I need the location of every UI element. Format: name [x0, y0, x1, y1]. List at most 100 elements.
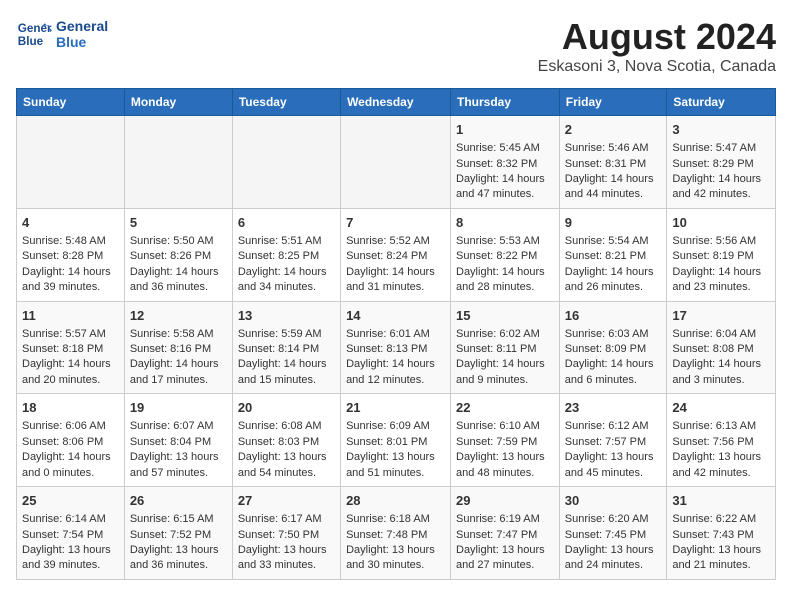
day-info: Daylight: 14 hours and 28 minutes.: [456, 265, 554, 296]
calendar-table: SundayMondayTuesdayWednesdayThursdayFrid…: [16, 88, 776, 580]
day-number: 5: [130, 214, 227, 232]
weekday-header: Tuesday: [232, 89, 340, 116]
day-info: Sunrise: 5:47 AM: [672, 141, 770, 156]
day-number: 23: [565, 399, 662, 417]
day-info: Sunrise: 5:50 AM: [130, 234, 227, 249]
weekday-header: Saturday: [667, 89, 776, 116]
logo: General Blue General Blue: [16, 16, 108, 52]
day-info: Sunrise: 6:14 AM: [22, 512, 119, 527]
day-info: Sunset: 8:18 PM: [22, 342, 119, 357]
calendar-cell: 16Sunrise: 6:03 AMSunset: 8:09 PMDayligh…: [559, 301, 667, 394]
day-info: Sunrise: 5:53 AM: [456, 234, 554, 249]
day-info: Daylight: 14 hours and 47 minutes.: [456, 172, 554, 203]
day-info: Sunset: 8:08 PM: [672, 342, 770, 357]
day-info: Sunset: 8:11 PM: [456, 342, 554, 357]
day-info: Daylight: 14 hours and 34 minutes.: [238, 265, 335, 296]
day-number: 21: [346, 399, 445, 417]
calendar-cell: [124, 116, 232, 209]
calendar-week-row: 1 Sunrise: 5:45 AMSunset: 8:32 PMDaylight…: [17, 116, 776, 209]
day-number: 22: [456, 399, 554, 417]
day-info: Sunrise: 6:19 AM: [456, 512, 554, 527]
day-info: Sunset: 7:54 PM: [22, 528, 119, 543]
day-info: Sunset: 7:52 PM: [130, 528, 227, 543]
calendar-cell: 1 Sunrise: 5:45 AMSunset: 8:32 PMDaylight…: [451, 116, 560, 209]
day-info: Daylight: 14 hours and 17 minutes.: [130, 357, 227, 388]
day-info: Daylight: 14 hours and 3 minutes.: [672, 357, 770, 388]
day-info: Sunset: 8:26 PM: [130, 249, 227, 264]
calendar-cell: 2Sunrise: 5:46 AMSunset: 8:31 PMDaylight…: [559, 116, 667, 209]
day-info: Sunrise: 5:52 AM: [346, 234, 445, 249]
day-number: 17: [672, 307, 770, 325]
day-info: Daylight: 13 hours and 21 minutes.: [672, 543, 770, 574]
day-number: 16: [565, 307, 662, 325]
day-info: Daylight: 14 hours and 9 minutes.: [456, 357, 554, 388]
day-info: Sunset: 7:59 PM: [456, 435, 554, 450]
day-info: Daylight: 13 hours and 27 minutes.: [456, 543, 554, 574]
day-info: Sunset: 7:48 PM: [346, 528, 445, 543]
day-info: Sunset: 7:50 PM: [238, 528, 335, 543]
calendar-header: SundayMondayTuesdayWednesdayThursdayFrid…: [17, 89, 776, 116]
calendar-cell: 30Sunrise: 6:20 AMSunset: 7:45 PMDayligh…: [559, 487, 667, 580]
day-info: Sunset: 8:03 PM: [238, 435, 335, 450]
calendar-week-row: 11Sunrise: 5:57 AMSunset: 8:18 PMDayligh…: [17, 301, 776, 394]
calendar-cell: 25Sunrise: 6:14 AMSunset: 7:54 PMDayligh…: [17, 487, 125, 580]
day-info: Sunset: 8:19 PM: [672, 249, 770, 264]
calendar-week-row: 25Sunrise: 6:14 AMSunset: 7:54 PMDayligh…: [17, 487, 776, 580]
calendar-cell: 27Sunrise: 6:17 AMSunset: 7:50 PMDayligh…: [232, 487, 340, 580]
day-info: Sunset: 7:43 PM: [672, 528, 770, 543]
logo-line2: Blue: [56, 34, 108, 50]
logo-line1: General: [56, 18, 108, 34]
day-info: Sunset: 8:31 PM: [565, 157, 662, 172]
day-info: Sunset: 8:21 PM: [565, 249, 662, 264]
day-info: Sunrise: 5:48 AM: [22, 234, 119, 249]
day-info: Sunset: 8:32 PM: [456, 157, 554, 172]
weekday-header: Friday: [559, 89, 667, 116]
day-number: 14: [346, 307, 445, 325]
day-number: 2: [565, 121, 662, 139]
day-info: Sunrise: 6:02 AM: [456, 327, 554, 342]
day-info: Sunset: 8:13 PM: [346, 342, 445, 357]
day-info: Sunset: 8:25 PM: [238, 249, 335, 264]
day-number: 15: [456, 307, 554, 325]
day-info: Sunrise: 5:45 AM: [456, 141, 554, 156]
day-info: Sunrise: 6:01 AM: [346, 327, 445, 342]
day-info: Sunrise: 5:56 AM: [672, 234, 770, 249]
calendar-cell: [232, 116, 340, 209]
calendar-cell: [341, 116, 451, 209]
day-number: 26: [130, 492, 227, 510]
calendar-cell: 31Sunrise: 6:22 AMSunset: 7:43 PMDayligh…: [667, 487, 776, 580]
day-info: Sunrise: 5:46 AM: [565, 141, 662, 156]
day-info: Daylight: 14 hours and 23 minutes.: [672, 265, 770, 296]
day-info: Sunrise: 5:58 AM: [130, 327, 227, 342]
day-number: 18: [22, 399, 119, 417]
day-info: Sunset: 8:04 PM: [130, 435, 227, 450]
day-info: Daylight: 14 hours and 0 minutes.: [22, 450, 119, 481]
calendar-cell: 22Sunrise: 6:10 AMSunset: 7:59 PMDayligh…: [451, 394, 560, 487]
month-title: August 2024: [538, 16, 776, 58]
day-info: Sunset: 8:24 PM: [346, 249, 445, 264]
day-info: Daylight: 13 hours and 48 minutes.: [456, 450, 554, 481]
calendar-cell: 18Sunrise: 6:06 AMSunset: 8:06 PMDayligh…: [17, 394, 125, 487]
day-number: 12: [130, 307, 227, 325]
day-info: Sunrise: 6:07 AM: [130, 419, 227, 434]
day-number: 1: [456, 121, 554, 139]
day-info: Daylight: 13 hours and 57 minutes.: [130, 450, 227, 481]
svg-text:General: General: [18, 22, 52, 35]
day-info: Sunset: 8:06 PM: [22, 435, 119, 450]
calendar-week-row: 4 Sunrise: 5:48 AMSunset: 8:28 PM Daylight…: [17, 208, 776, 301]
day-info: Sunset: 7:57 PM: [565, 435, 662, 450]
day-number: 4: [22, 214, 119, 232]
calendar-cell: 21Sunrise: 6:09 AMSunset: 8:01 PMDayligh…: [341, 394, 451, 487]
calendar-cell: 24Sunrise: 6:13 AMSunset: 7:56 PMDayligh…: [667, 394, 776, 487]
day-number: 13: [238, 307, 335, 325]
day-number: 8: [456, 214, 554, 232]
calendar-cell: 6Sunrise: 5:51 AMSunset: 8:25 PMDaylight…: [232, 208, 340, 301]
title-area: August 2024 Eskasoni 3, Nova Scotia, Can…: [538, 16, 776, 76]
logo-icon: General Blue: [16, 16, 52, 52]
day-info: Sunset: 8:28 PM: [22, 249, 119, 264]
day-info: Sunset: 8:14 PM: [238, 342, 335, 357]
day-info: Daylight: 14 hours and 20 minutes.: [22, 357, 119, 388]
day-info: Daylight: 14 hours and 15 minutes.: [238, 357, 335, 388]
day-info: Sunrise: 6:18 AM: [346, 512, 445, 527]
day-info: Daylight: 14 hours and 6 minutes.: [565, 357, 662, 388]
